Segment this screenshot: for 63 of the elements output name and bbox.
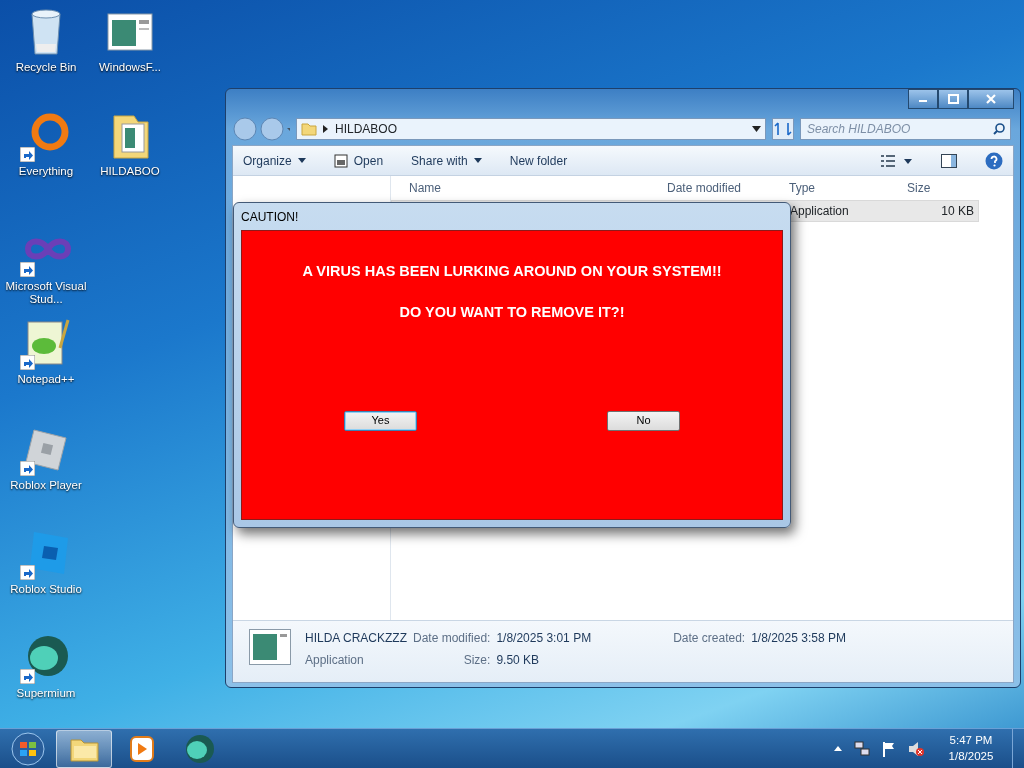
shortcut-arrow-icon (20, 565, 35, 580)
detail-label: Date modified: (413, 630, 491, 647)
alert-message: DO YOU WANT TO REMOVE IT?! (399, 302, 625, 322)
shortcut-arrow-icon (20, 461, 35, 476)
taskbar-button[interactable] (56, 729, 112, 768)
toolbar-button[interactable]: Share with (411, 151, 482, 170)
desktop-icon-label[interactable]: Notepad++ (17, 373, 75, 387)
refresh-button[interactable] (772, 118, 794, 140)
dialog-title: CAUTION! (241, 208, 300, 226)
toolbar-button[interactable]: New folder (509, 151, 568, 170)
preview-pane-icon[interactable] (941, 153, 957, 168)
dialog-button[interactable]: No (607, 410, 680, 431)
column-header[interactable]: Date modified (661, 179, 783, 197)
desktop-icon-label[interactable]: Roblox Player (10, 479, 82, 493)
file-name: HILDA CRACKZZZ (305, 630, 407, 647)
detail-value: 1/8/2025 3:58 PM (751, 630, 846, 647)
address-text: HILDABOO (335, 121, 398, 138)
sphere-icon[interactable] (184, 733, 216, 764)
folder-icon (301, 122, 317, 136)
detail-value: 9.50 KB (496, 652, 541, 669)
flag-icon[interactable] (882, 740, 896, 757)
table-cell-text: 10 KB (940, 203, 975, 220)
open-icon (333, 153, 348, 168)
shortcut-arrow-icon (20, 147, 35, 162)
application-icon (249, 629, 291, 665)
help-icon[interactable] (985, 151, 1003, 170)
address-bar[interactable]: HILDABOO (296, 118, 766, 140)
minimize-button[interactable] (908, 89, 938, 109)
column-header[interactable]: Size (901, 179, 976, 197)
detail-label: Date created: (673, 630, 746, 647)
shortcut-arrow-icon (20, 262, 35, 277)
toolbar-button[interactable]: Organize (243, 151, 306, 170)
toolbar-button[interactable]: Open (333, 151, 384, 170)
alert-message: A VIRUS HAS BEEN LURKING AROUND ON YOUR SYSTEM!! (302, 262, 722, 281)
detail-value: 1/8/2025 3:01 PM (496, 630, 592, 647)
detail-label: Size: (462, 652, 491, 669)
shortcut-arrow-icon (20, 355, 35, 370)
close-button[interactable] (968, 89, 1014, 109)
show-hidden-icons-icon[interactable] (834, 746, 842, 751)
desktop-icon-label[interactable]: Recycle Bin (15, 61, 77, 75)
clock-time: 5:47 PM (948, 733, 994, 748)
dropdown-icon[interactable] (752, 126, 761, 132)
search-field[interactable]: Search HILDABOO (800, 118, 1011, 140)
desktop-icon-label[interactable]: Everything (18, 165, 74, 179)
desktop-icon-label[interactable]: HILDABOO (100, 165, 160, 179)
volume-muted-icon[interactable] (908, 740, 924, 757)
search-icon (993, 123, 1005, 135)
file-type: Application (305, 652, 365, 669)
dialog-button[interactable]: Yes (344, 410, 417, 431)
maximize-button[interactable] (938, 89, 968, 109)
column-header[interactable]: Type (783, 179, 901, 197)
table-cell-text: Application (789, 203, 850, 220)
column-header[interactable]: Name (391, 179, 661, 197)
caret-icon (297, 158, 306, 163)
desktop-icon-label[interactable]: WindowsF... (99, 61, 161, 75)
desktop-icon-label[interactable]: Microsoft Visual Stud... (4, 280, 88, 307)
clock-date: 1/8/2025 (947, 748, 995, 764)
caret-icon (473, 158, 482, 163)
view-options-icon[interactable] (881, 153, 913, 168)
chevron-icon (323, 125, 329, 133)
shortcut-arrow-icon (20, 669, 35, 684)
close-icon[interactable] (985, 93, 997, 105)
network-icon[interactable] (854, 740, 870, 757)
